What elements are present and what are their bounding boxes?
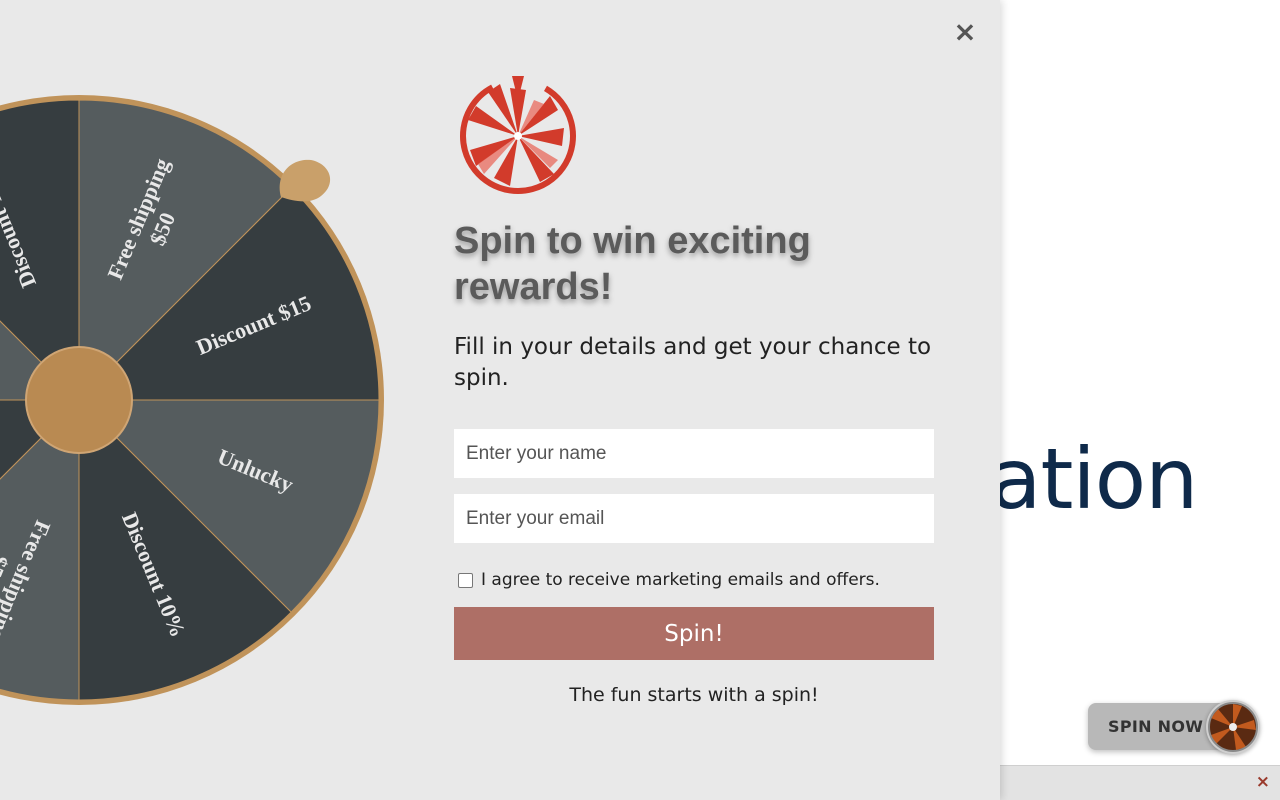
modal-headline: Spin to win exciting rewards! <box>454 220 811 308</box>
mini-wheel-icon[interactable] <box>1206 700 1260 754</box>
wheel-hub <box>25 346 133 454</box>
page: ation × × Unlucky Discount 10% Free shippi… <box>0 0 1280 800</box>
email-input[interactable] <box>454 494 934 543</box>
spin-wheel-modal: × UnluckyDiscount 10%Free shipping$50Dis… <box>0 0 1000 800</box>
name-input[interactable] <box>454 429 934 478</box>
consent-label: I agree to receive marketing emails and … <box>481 570 880 590</box>
bottom-bar: × <box>1000 765 1280 800</box>
wheel-pointer-icon <box>279 159 331 202</box>
close-icon[interactable]: × <box>1256 772 1270 792</box>
modal-content: Spin to win exciting rewards! Fill in yo… <box>454 70 934 706</box>
spin-button[interactable]: Spin! <box>454 607 934 660</box>
background-heading: ation <box>990 430 1198 528</box>
spin-now-label: SPIN NOW <box>1108 717 1204 736</box>
close-icon[interactable]: × <box>953 18 977 46</box>
spin-wheel-logo-icon <box>460 76 576 194</box>
prize-wheel: UnluckyDiscount 10%Free shipping$50Disco… <box>0 92 387 708</box>
modal-subtext: Fill in your details and get your chance… <box>454 334 932 391</box>
consent-checkbox[interactable] <box>458 572 473 588</box>
consent-row: I agree to receive marketing emails and … <box>454 569 934 591</box>
tagline: The fun starts with a spin! <box>569 684 819 706</box>
prize-wheel-graphic: UnluckyDiscount 10%Free shipping$50Disco… <box>0 95 384 705</box>
